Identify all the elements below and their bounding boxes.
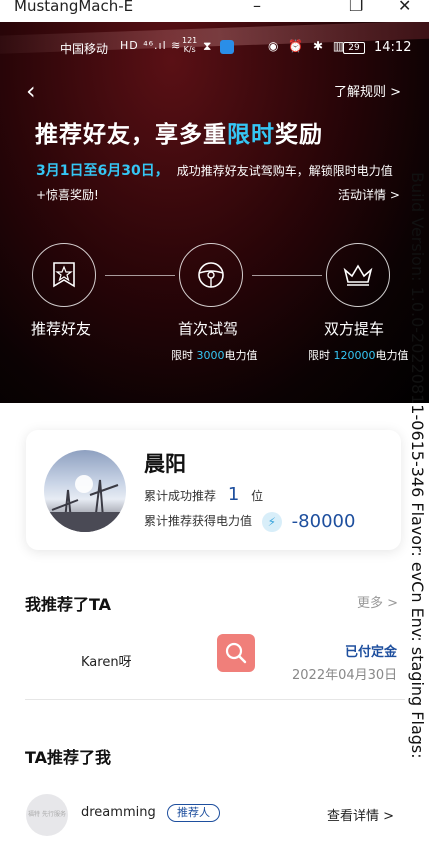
step-reward-testdrive: 限时 3000电力值 bbox=[171, 347, 258, 363]
speed-unit: K/s bbox=[183, 45, 196, 54]
build-watermark: Build Version: 1.0.0-20220811-0615-346 F… bbox=[403, 172, 429, 812]
carrier-label: 中国移动 bbox=[60, 42, 109, 56]
promo-date-range: 3月1日至6月30日， bbox=[36, 163, 169, 179]
avatar[interactable] bbox=[44, 450, 126, 532]
search-button[interactable] bbox=[217, 634, 255, 672]
battery-icon: 29 bbox=[343, 42, 365, 54]
power-stat: 累计推荐获得电力值 ⚡ -80000 bbox=[144, 511, 355, 532]
hourglass-icon: ⧗ bbox=[203, 39, 212, 53]
headline-text: 推荐好友，享多重 bbox=[35, 122, 227, 148]
status-bar: 中国移动 HD ⁴⁶.ıl ≋ 121 K/s ⧗ ◉ ⏰ ✱ ▥ 29 14:… bbox=[0, 36, 429, 58]
divider bbox=[25, 699, 405, 700]
referrals-label: 累计成功推荐 bbox=[144, 489, 217, 503]
crown-icon bbox=[343, 264, 373, 286]
step-label-delivery: 双方提车 bbox=[324, 320, 385, 338]
network-speed: 121 K/s bbox=[182, 36, 197, 54]
referral-name: Karen呀 bbox=[81, 655, 132, 670]
headline-suffix: 奖励 bbox=[275, 122, 323, 148]
headline-highlight: 限时 bbox=[227, 122, 275, 148]
step-label-testdrive: 首次试驾 bbox=[178, 320, 239, 338]
section-title-my-referrals: 我推荐了TA bbox=[25, 595, 112, 614]
power-label: 累计推荐获得电力值 bbox=[144, 514, 253, 528]
activity-details-link[interactable]: 活动详情 > bbox=[338, 186, 400, 203]
referrer-name: dreamming bbox=[81, 805, 156, 820]
promo-subtitle: 3月1日至6月30日， 成功推荐好友试驾购车，解锁限时电力值 bbox=[36, 160, 393, 180]
promo-description: 成功推荐好友试驾购车，解锁限时电力值 bbox=[176, 164, 393, 178]
step-delivery-circle bbox=[326, 243, 390, 307]
minimize-button[interactable]: – bbox=[253, 0, 261, 15]
more-link[interactable]: 更多 > bbox=[357, 592, 398, 611]
reward-value: 120000 bbox=[333, 349, 376, 362]
referrals-unit: 位 bbox=[251, 489, 264, 503]
reward-suffix: 电力值 bbox=[224, 349, 258, 362]
close-button[interactable]: ✕ bbox=[398, 0, 411, 15]
reward-value: 3000 bbox=[196, 349, 225, 362]
back-icon[interactable]: ‹ bbox=[26, 79, 36, 103]
rules-link[interactable]: 了解规则 > bbox=[334, 81, 401, 100]
referral-date: 2022年04月30日 bbox=[292, 668, 398, 683]
step-referral-circle bbox=[32, 243, 96, 307]
step-testdrive-circle bbox=[179, 243, 243, 307]
speed-value: 121 bbox=[182, 36, 198, 45]
referrer-avatar[interactable]: 福特 先行服务 bbox=[26, 794, 68, 836]
page-headline: 推荐好友，享多重限时奖励 bbox=[35, 115, 323, 149]
hero-banner bbox=[0, 22, 429, 403]
step-label-referral: 推荐好友 bbox=[31, 320, 92, 338]
star-badge-icon bbox=[53, 262, 75, 288]
step-connector bbox=[105, 275, 175, 276]
step-reward-delivery: 限时 120000电力值 bbox=[308, 347, 409, 363]
avatar-photo bbox=[44, 475, 126, 532]
system-icons: ◉ ⏰ ✱ ▥ bbox=[268, 39, 348, 53]
profile-name: 晨阳 bbox=[144, 452, 186, 476]
power-value: -80000 bbox=[291, 511, 356, 532]
search-icon bbox=[225, 642, 247, 664]
reward-prefix: 限时 bbox=[308, 349, 330, 362]
app-notification-icon bbox=[220, 40, 234, 54]
reward-prefix: 限时 bbox=[171, 349, 193, 362]
referrals-count: 1 bbox=[227, 484, 240, 505]
signal-icon: HD ⁴⁶.ıl ≋ bbox=[120, 39, 182, 52]
section-title-referred-me: TA推荐了我 bbox=[25, 748, 112, 767]
profile-card: 晨阳 累计成功推荐 1 位 累计推荐获得电力值 ⚡ -80000 bbox=[26, 430, 401, 550]
promo-bonus: +惊喜奖励! bbox=[36, 188, 99, 202]
status-badge: 已付定金 bbox=[345, 645, 398, 660]
window-title: MustangMach-E bbox=[14, 0, 134, 15]
status-time: 14:12 bbox=[374, 40, 412, 55]
referrer-tag: 推荐人 bbox=[167, 804, 220, 822]
referrals-stat: 累计成功推荐 1 位 bbox=[144, 484, 263, 505]
view-details-link[interactable]: 查看详情 > bbox=[327, 805, 394, 824]
lightning-icon: ⚡ bbox=[261, 511, 282, 532]
window-titlebar: MustangMach-E – ❐ ✕ bbox=[0, 0, 429, 22]
step-connector bbox=[252, 275, 322, 276]
build-watermark-text: Build Version: 1.0.0-20220811-0615-346 F… bbox=[408, 172, 427, 759]
restore-button[interactable]: ❐ bbox=[349, 0, 363, 15]
steering-wheel-icon bbox=[198, 262, 224, 288]
